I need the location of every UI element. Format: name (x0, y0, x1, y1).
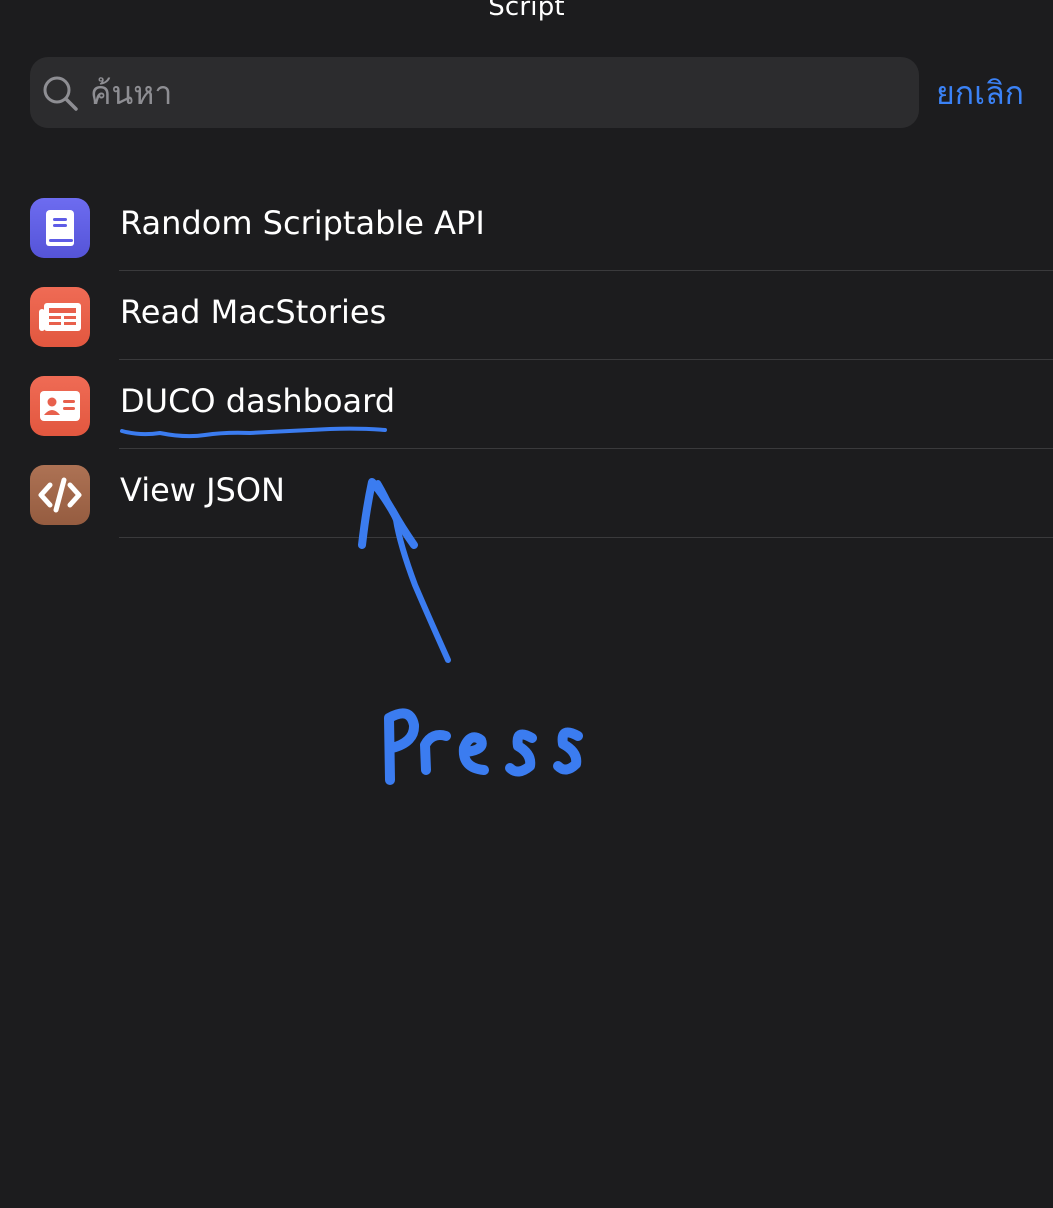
search-input[interactable] (90, 57, 890, 128)
script-row-duco-dashboard[interactable]: DUCO dashboard (0, 360, 1053, 449)
search-icon (42, 75, 80, 113)
script-label: View JSON (120, 471, 285, 509)
script-row-random-scriptable-api[interactable]: Random Scriptable API (0, 182, 1053, 271)
newspaper-icon (30, 287, 90, 347)
handwritten-press-text (384, 708, 583, 785)
script-label: Read MacStories (120, 293, 387, 331)
search-bar[interactable] (30, 57, 919, 128)
cancel-button[interactable]: ยกเลิก (936, 68, 1024, 119)
script-label: Random Scriptable API (120, 204, 485, 242)
book-icon (30, 198, 90, 258)
page-title: Script (488, 0, 565, 22)
divider (119, 537, 1053, 538)
script-row-read-macstories[interactable]: Read MacStories (0, 271, 1053, 360)
id-card-icon (30, 376, 90, 436)
script-row-view-json[interactable]: View JSON (0, 449, 1053, 538)
code-icon (30, 465, 90, 525)
script-label: DUCO dashboard (120, 382, 396, 420)
script-list: Random Scriptable API Read MacStories DU… (0, 182, 1053, 538)
